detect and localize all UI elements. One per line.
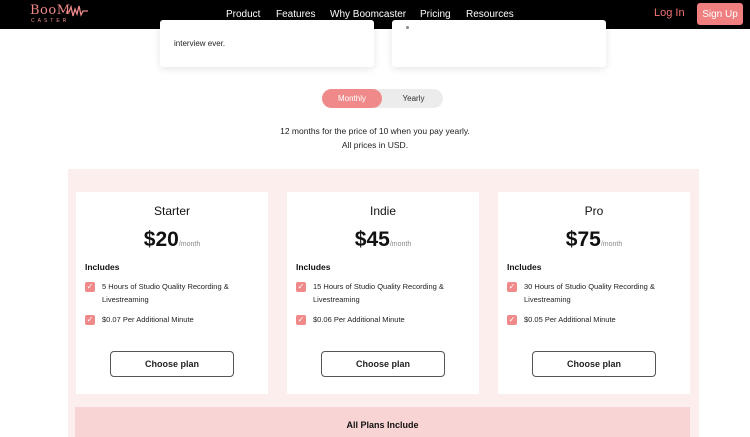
nav-why-boomcaster[interactable]: Why Boomcaster bbox=[330, 9, 406, 20]
nav-product[interactable]: Product bbox=[226, 9, 260, 20]
includes-label: Includes bbox=[85, 262, 120, 272]
logo-wordmark: BooM bbox=[30, 3, 71, 18]
feature-item: ✓ 15 Hours of Studio Quality Recording &… bbox=[296, 282, 444, 306]
feature-item: ✓ 30 Hours of Studio Quality Recording &… bbox=[507, 282, 655, 306]
check-icon: ✓ bbox=[296, 315, 306, 325]
all-plans-title: All Plans Include bbox=[346, 420, 419, 430]
plan-card-pro: Pro $75/month Includes ✓ 30 Hours of Stu… bbox=[498, 192, 690, 394]
price-period: /month bbox=[600, 241, 623, 248]
plan-name: Pro bbox=[584, 204, 604, 218]
plan-price: $75 bbox=[565, 228, 601, 251]
plan-card-indie: Indie $45/month Includes ✓ 15 Hours of S… bbox=[287, 192, 479, 394]
price-row: $75/month bbox=[498, 228, 690, 252]
testimonial-card: interview ever. bbox=[160, 20, 374, 67]
choose-plan-button[interactable]: Choose plan bbox=[321, 351, 445, 377]
feature-text: $0.05 Per Additional Minute bbox=[524, 315, 616, 324]
price-period: /month bbox=[178, 241, 201, 248]
price-row: $20/month bbox=[76, 228, 268, 252]
top-navbar: BooM CASTER Product Features Why Boomcas… bbox=[0, 0, 750, 29]
plan-name: Starter bbox=[153, 204, 190, 218]
yearly-note: 12 months for the price of 10 when you p… bbox=[280, 126, 470, 136]
feature-text: 5 Hours of Studio Quality Recording & Liv… bbox=[102, 282, 229, 304]
check-icon: ✓ bbox=[85, 282, 95, 292]
sound-wave-icon bbox=[66, 4, 88, 17]
plan-name: Indie bbox=[369, 204, 397, 218]
check-icon: ✓ bbox=[507, 282, 517, 292]
logo-subtitle: CASTER bbox=[31, 18, 70, 24]
boomcaster-logo[interactable]: BooM CASTER bbox=[30, 3, 90, 25]
testimonial-card bbox=[392, 20, 606, 67]
testimonial-text: interview ever. bbox=[174, 39, 226, 48]
toggle-monthly[interactable]: Monthly bbox=[322, 89, 382, 108]
feature-item: ✓ 5 Hours of Studio Quality Recording & L… bbox=[85, 282, 229, 306]
nav-resources[interactable]: Resources bbox=[466, 9, 514, 20]
price-period: /month bbox=[389, 241, 412, 248]
check-icon: ✓ bbox=[296, 282, 306, 292]
signup-button[interactable]: Sign Up bbox=[697, 3, 743, 25]
feature-item: ✓ $0.06 Per Additional Minute bbox=[296, 315, 405, 326]
feature-text: 30 Hours of Studio Quality Recording & Li… bbox=[524, 282, 655, 304]
check-icon: ✓ bbox=[507, 315, 517, 325]
check-icon: ✓ bbox=[85, 315, 95, 325]
plan-price: $45 bbox=[354, 228, 390, 251]
choose-plan-button[interactable]: Choose plan bbox=[110, 351, 234, 377]
nav-features[interactable]: Features bbox=[276, 9, 315, 20]
feature-text: $0.07 Per Additional Minute bbox=[102, 315, 194, 324]
feature-item: ✓ $0.07 Per Additional Minute bbox=[85, 315, 194, 326]
feature-text: $0.06 Per Additional Minute bbox=[313, 315, 405, 324]
all-plans-include-section: All Plans Include bbox=[75, 407, 690, 437]
login-link[interactable]: Log In bbox=[654, 7, 685, 19]
feature-text: 15 Hours of Studio Quality Recording & Li… bbox=[313, 282, 444, 304]
nav-pricing[interactable]: Pricing bbox=[420, 9, 451, 20]
plan-price: $20 bbox=[143, 228, 179, 251]
price-row: $45/month bbox=[287, 228, 479, 252]
includes-label: Includes bbox=[507, 262, 542, 272]
currency-note: All prices in USD. bbox=[341, 140, 409, 150]
plan-card-starter: Starter $20/month Includes ✓ 5 Hours of … bbox=[76, 192, 268, 394]
choose-plan-button[interactable]: Choose plan bbox=[532, 351, 656, 377]
feature-item: ✓ $0.05 Per Additional Minute bbox=[507, 315, 616, 326]
billing-toggle: Monthly Yearly bbox=[322, 89, 443, 108]
toggle-yearly[interactable]: Yearly bbox=[384, 89, 443, 108]
text-fragment-dot bbox=[406, 26, 409, 29]
includes-label: Includes bbox=[296, 262, 331, 272]
